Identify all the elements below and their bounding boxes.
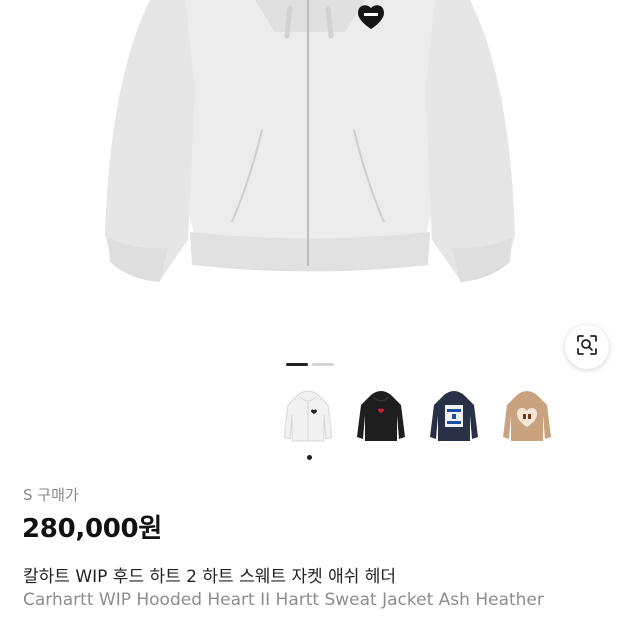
price: 280,000원 bbox=[22, 514, 162, 544]
product-title-korean: 칼하트 WIP 후드 하트 2 하트 스웨트 자켓 애쉬 헤더 bbox=[23, 567, 397, 587]
black-hoodie-thumb bbox=[357, 391, 405, 441]
thumbnail-black[interactable] bbox=[353, 385, 409, 449]
image-search-icon bbox=[576, 334, 598, 360]
thumbnail-white[interactable] bbox=[280, 385, 336, 449]
white-hoodie-thumb bbox=[283, 390, 333, 442]
size-purchase-label: S 구매가 bbox=[23, 486, 79, 504]
product-image[interactable] bbox=[0, 0, 620, 355]
selected-thumbnail-indicator bbox=[307, 455, 312, 460]
product-title-english: Carhartt WIP Hooded Heart II Hartt Sweat… bbox=[23, 590, 544, 610]
navy-hoodie-thumb bbox=[430, 391, 478, 441]
beige-hoodie-thumb bbox=[503, 391, 551, 441]
thumbnail-navy[interactable] bbox=[426, 385, 482, 449]
image-pager bbox=[286, 363, 334, 366]
pager-indicator-1 bbox=[286, 363, 308, 366]
image-search-button[interactable] bbox=[565, 325, 609, 369]
zip-hoodie-image bbox=[105, 0, 515, 282]
color-thumbnails bbox=[280, 385, 555, 449]
pager-indicator-2 bbox=[312, 363, 334, 366]
thumbnail-beige[interactable] bbox=[499, 385, 555, 449]
